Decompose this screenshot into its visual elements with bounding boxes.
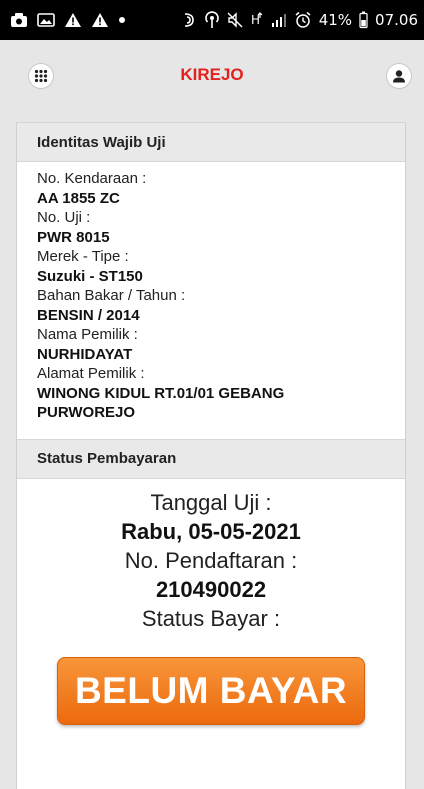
alamat-pemilik-label: Alamat Pemilik : [37, 365, 145, 382]
merek-tipe-label: Merek - Tipe : [37, 248, 129, 265]
identitas-heading: Identitas Wajib Uji [17, 122, 405, 162]
belum-bayar-button[interactable]: BELUM BAYAR [57, 656, 365, 725]
no-pendaftaran-value: 210490022 [155, 576, 267, 602]
nama-pemilik-label: Nama Pemilik : [37, 326, 138, 343]
content-card: Identitas Wajib Uji No. Kendaraan : AA 1… [16, 122, 406, 789]
status-bar-right: H 41% 07.06 [181, 10, 418, 30]
image-notification-icon [37, 10, 55, 30]
battery-percent: 41% [318, 11, 353, 29]
mute-icon [227, 10, 243, 30]
status-section: Tanggal Uji : Rabu, 05-05-2021 No. Penda… [17, 479, 405, 725]
nfc-icon [181, 10, 197, 30]
kendaraan-value: AA 1855 ZC [37, 189, 120, 207]
bahan-bakar-label: Bahan Bakar / Tahun : [37, 287, 186, 304]
status-bar-left [10, 10, 126, 30]
user-icon [392, 69, 406, 83]
more-notifications-dot-icon [118, 10, 126, 30]
merek-tipe-value: Suzuki - ST150 [37, 267, 143, 285]
battery-icon [359, 10, 368, 30]
status-bar: H 41% 07.06 [0, 0, 424, 40]
data-transfer-icon: H [250, 10, 264, 30]
signal-icon [271, 10, 287, 30]
alamat-pemilik-value: WINONG KIDUL RT.01/01 GEBANG PURWOREJO [37, 384, 285, 422]
warning-icon [91, 10, 109, 30]
bahan-bakar-value: BENSIN / 2014 [37, 306, 140, 324]
app-header: KIREJO [0, 40, 424, 114]
no-pendaftaran-label: No. Pendaftaran : [124, 547, 298, 573]
alarm-icon [294, 10, 312, 30]
tanggal-uji-value: Rabu, 05-05-2021 [121, 518, 301, 544]
user-button[interactable] [386, 63, 412, 89]
nama-pemilik-value: NURHIDAYAT [37, 345, 133, 363]
clock: 07.06 [375, 11, 418, 29]
hotspot-icon [204, 10, 220, 30]
no-uji-value: PWR 8015 [37, 228, 110, 246]
warning-icon [64, 10, 82, 30]
app-notification-icon [10, 10, 28, 30]
tanggal-uji-label: Tanggal Uji : [150, 489, 272, 515]
no-uji-label: No. Uji : [37, 209, 91, 226]
page-title: KIREJO [180, 65, 244, 84]
status-heading: Status Pembayaran [17, 438, 405, 479]
kendaraan-label: No. Kendaraan : [37, 170, 147, 187]
identitas-section: No. Kendaraan : AA 1855 ZC No. Uji : PWR… [17, 162, 405, 439]
status-bayar-label: Status Bayar : [141, 605, 281, 631]
